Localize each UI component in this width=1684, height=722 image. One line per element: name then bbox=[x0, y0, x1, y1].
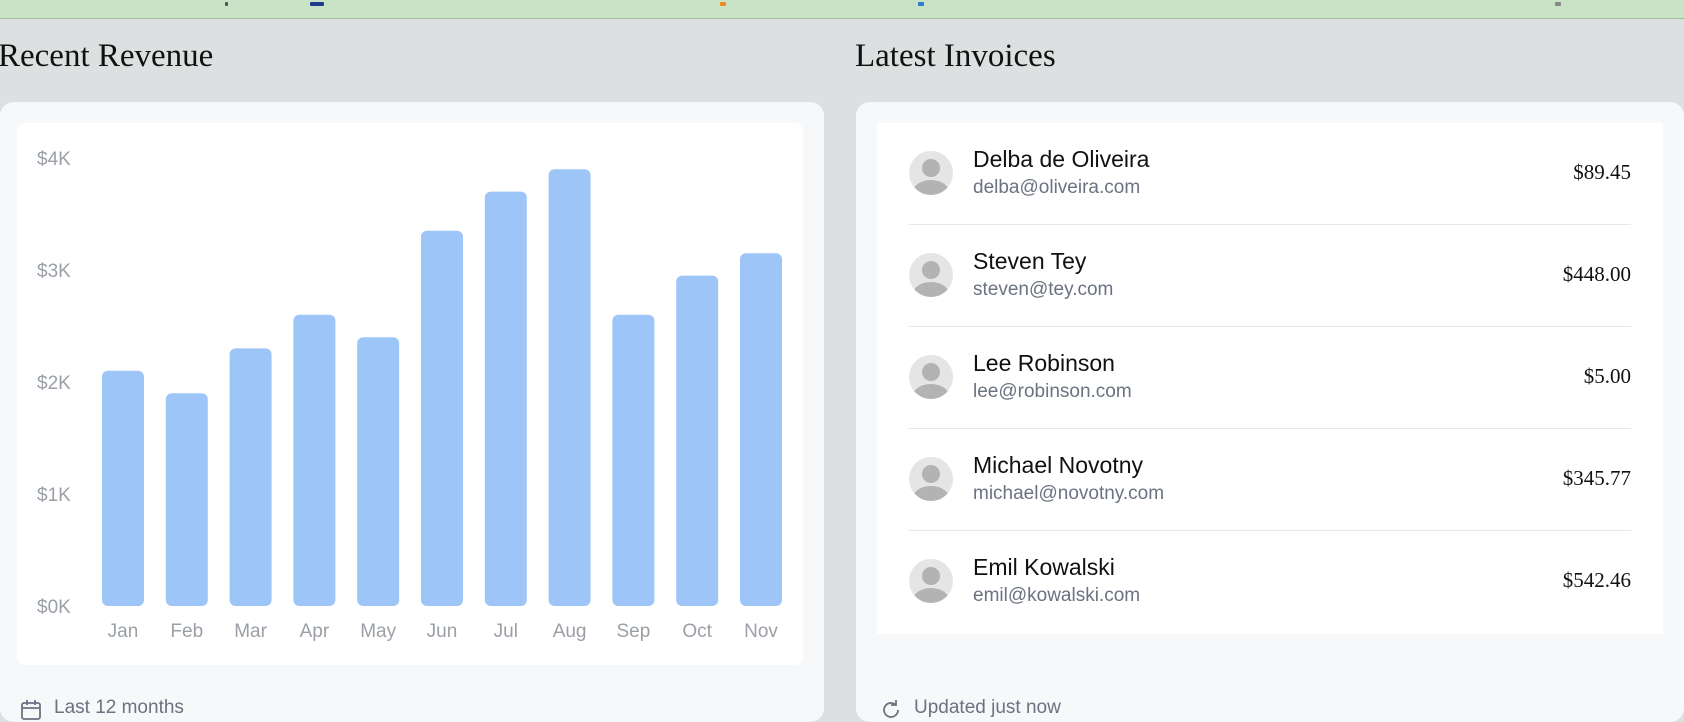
revenue-bar[interactable] bbox=[548, 169, 591, 606]
revenue-bar[interactable] bbox=[102, 370, 144, 606]
x-axis-tick-label: Feb bbox=[170, 621, 203, 642]
revenue-bar[interactable] bbox=[293, 314, 336, 606]
bookmark-favicon[interactable] bbox=[310, 2, 324, 6]
revenue-bar-chart: $0K $1K $2K $3K $4K Jan Feb Mar Apr May Jun Jul Aug S… bbox=[37, 149, 782, 642]
revenue-footer-text: Last 12 months bbox=[54, 697, 184, 718]
revenue-bar[interactable] bbox=[229, 348, 272, 606]
invoice-amount: $89.45 bbox=[1573, 160, 1631, 184]
invoice-amount: $542.46 bbox=[1562, 568, 1631, 592]
invoice-row[interactable]: Lee Robinson lee@robinson.com $5.00 bbox=[909, 327, 1631, 429]
revenue-chart-card: $0K $1K $2K $3K $4K Jan Feb Mar Apr May Jun Jul Aug S… bbox=[17, 123, 803, 665]
revenue-bar[interactable] bbox=[357, 337, 400, 606]
invoice-amount: $5.00 bbox=[1583, 364, 1631, 388]
calendar-icon bbox=[21, 700, 41, 720]
revenue-bar[interactable] bbox=[612, 314, 655, 606]
invoice-customer-name: Steven Tey bbox=[973, 248, 1087, 274]
revenue-bar[interactable] bbox=[740, 253, 782, 606]
x-axis-tick-label: Jun bbox=[427, 621, 458, 642]
invoice-customer-name: Michael Novotny bbox=[973, 452, 1144, 478]
user-avatar-icon bbox=[909, 151, 953, 195]
browser-bookmarks-bar bbox=[0, 0, 1684, 19]
bookmark-favicon[interactable] bbox=[720, 2, 726, 6]
latest-invoices-title: Latest Invoices bbox=[855, 38, 1056, 74]
revenue-bar[interactable] bbox=[165, 393, 208, 606]
invoice-row[interactable]: Delba de Oliveira delba@oliveira.com $89… bbox=[909, 123, 1631, 225]
x-axis-tick-label: Sep bbox=[616, 621, 650, 642]
user-avatar-icon bbox=[909, 457, 953, 501]
user-avatar-icon bbox=[909, 559, 953, 603]
invoice-amount: $345.77 bbox=[1562, 466, 1631, 490]
y-axis-tick-label: $3K bbox=[37, 261, 71, 282]
x-axis-tick-label: Mar bbox=[234, 621, 267, 642]
invoices-footer-text: Updated just now bbox=[914, 697, 1061, 718]
x-axis-tick-label: Aug bbox=[553, 621, 587, 642]
y-axis-tick-label: $0K bbox=[37, 597, 71, 618]
refresh-icon bbox=[883, 700, 899, 718]
invoice-customer-email: lee@robinson.com bbox=[973, 381, 1132, 402]
invoice-customer-name: Emil Kowalski bbox=[973, 554, 1115, 580]
x-axis-tick-label: May bbox=[360, 621, 396, 642]
invoice-row[interactable]: Emil Kowalski emil@kowalski.com $542.46 bbox=[909, 531, 1631, 633]
invoice-row[interactable]: Michael Novotny michael@novotny.com $345… bbox=[909, 429, 1631, 531]
user-avatar-icon bbox=[909, 355, 953, 399]
recent-revenue-title: Recent Revenue bbox=[0, 38, 214, 74]
invoice-customer-email: steven@tey.com bbox=[973, 279, 1114, 300]
y-axis-tick-label: $4K bbox=[37, 149, 71, 170]
invoice-customer-email: michael@novotny.com bbox=[973, 483, 1165, 504]
bookmark-favicon[interactable] bbox=[1555, 2, 1561, 6]
invoice-amount: $448.00 bbox=[1562, 262, 1631, 286]
revenue-bar[interactable] bbox=[484, 191, 527, 606]
invoice-customer-name: Lee Robinson bbox=[973, 350, 1115, 376]
y-axis-tick-label: $2K bbox=[37, 373, 71, 394]
x-axis-tick-label: Jul bbox=[494, 621, 518, 642]
invoice-customer-email: emil@kowalski.com bbox=[973, 585, 1141, 606]
x-axis-tick-label: Jan bbox=[108, 621, 139, 642]
invoice-row[interactable]: Steven Tey steven@tey.com $448.00 bbox=[909, 225, 1631, 327]
revenue-bar[interactable] bbox=[676, 275, 719, 606]
y-axis-tick-label: $1K bbox=[37, 485, 71, 506]
user-avatar-icon bbox=[909, 253, 953, 297]
x-axis-tick-label: Apr bbox=[300, 621, 330, 642]
revenue-bar[interactable] bbox=[421, 230, 463, 607]
bookmark-favicon[interactable] bbox=[918, 2, 924, 6]
x-axis-tick-label: Nov bbox=[744, 621, 778, 642]
invoice-customer-email: delba@oliveira.com bbox=[973, 177, 1141, 198]
invoice-customer-name: Delba de Oliveira bbox=[973, 146, 1150, 172]
invoice-list: Delba de Oliveira delba@oliveira.com $89… bbox=[877, 123, 1663, 634]
bookmark-separator bbox=[225, 2, 228, 6]
x-axis-tick-label: Oct bbox=[682, 621, 712, 642]
